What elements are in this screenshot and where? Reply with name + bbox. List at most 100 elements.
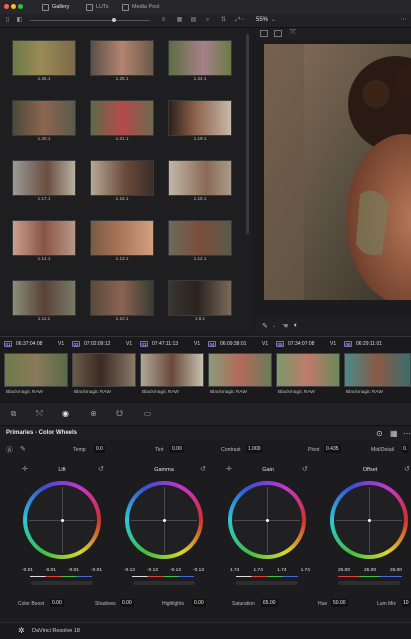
split-screen-icon[interactable] — [274, 30, 282, 37]
gallery-still[interactable]: 1.16.1 — [90, 160, 154, 201]
wand-icon[interactable]: ⤧ — [290, 29, 296, 37]
gain-master-wheel[interactable] — [236, 581, 298, 585]
grid-view-icon[interactable]: ▦ — [176, 17, 183, 23]
lift-r-value[interactable]: -0.01 — [45, 568, 56, 573]
close-window-button[interactable] — [4, 4, 9, 9]
clip-thumbnail[interactable] — [208, 353, 272, 387]
gallery-still[interactable]: 1.25.1 — [90, 40, 154, 81]
reset-icon[interactable]: ↺ — [404, 465, 410, 473]
viewer-mode-icon[interactable] — [260, 30, 268, 37]
offset-wheel[interactable] — [330, 481, 408, 559]
contrast-field[interactable]: 1.000 — [246, 445, 263, 453]
reset-icon[interactable]: ↺ — [302, 465, 308, 473]
thumbnail-size-slider[interactable] — [30, 20, 150, 21]
offset-master-wheel[interactable] — [338, 581, 400, 585]
eyedropper-icon[interactable]: ✎ — [20, 445, 26, 453]
more-icon[interactable]: ⋯ — [400, 17, 407, 23]
grid-view-large-icon[interactable]: ▤ — [190, 17, 197, 23]
camera-raw-icon[interactable]: ⧉ — [8, 409, 19, 418]
gallery-still[interactable]: 1.14.1 — [12, 220, 76, 261]
clip-thumbnail[interactable] — [276, 353, 340, 387]
gain-wheel[interactable] — [228, 481, 306, 559]
tint-field[interactable]: 0.00 — [170, 445, 184, 453]
viewer-image[interactable] — [264, 44, 411, 300]
lift-b-value[interactable]: -0.01 — [91, 568, 102, 573]
clip-thumbnail[interactable] — [140, 353, 204, 387]
chevron-down-icon[interactable]: ⌄ — [272, 323, 276, 329]
list-view-icon[interactable]: ≡ — [160, 17, 167, 23]
slider-handle[interactable] — [112, 18, 116, 22]
color-boost-field[interactable]: 0.00 — [50, 599, 64, 607]
reset-icon[interactable]: ↺ — [200, 465, 206, 473]
zoom-level[interactable]: 55% — [256, 16, 268, 25]
gallery-still[interactable]: 1.12.1 — [168, 220, 232, 261]
lummix-label: Lum Mix — [377, 601, 396, 607]
gallery-still[interactable]: 1.19.1 — [168, 100, 232, 141]
highlights-field[interactable]: 0.00 — [192, 599, 206, 607]
layout-icon[interactable]: ▦ — [390, 429, 398, 438]
search-icon[interactable]: ⌕ — [204, 17, 211, 23]
gallery-still[interactable]: 1.13.1 — [90, 220, 154, 261]
maximize-window-button[interactable] — [18, 4, 23, 9]
gain-r-value[interactable]: 1.74 — [254, 568, 263, 573]
gamma-master-wheel[interactable] — [133, 581, 195, 585]
options-icon[interactable]: ⋯ — [238, 17, 245, 23]
middetail-field[interactable]: 0. — [402, 445, 409, 453]
gallery-still[interactable]: 1.17.1 — [12, 160, 76, 201]
gallery-still[interactable]: 1.20.1 — [12, 100, 76, 141]
gamma-y-value[interactable]: -0.13 — [124, 568, 135, 573]
pivot-field[interactable]: 0.435 — [324, 445, 341, 453]
gallery-still[interactable]: 1.10.1 — [90, 280, 154, 321]
temp-field[interactable]: 0.0 — [94, 445, 105, 453]
sidebar-toggle-icon[interactable]: ▯ — [4, 17, 11, 23]
reset-icon[interactable]: ↺ — [98, 465, 104, 473]
saturation-field[interactable]: 65.00 — [261, 599, 278, 607]
gain-y-value[interactable]: 1.74 — [230, 568, 239, 573]
color-match-icon[interactable]: ⤲ — [34, 409, 45, 418]
hue-field[interactable]: 50.00 — [331, 599, 348, 607]
gamma-wheel[interactable] — [125, 481, 203, 559]
lummix-field[interactable]: 10 — [402, 599, 410, 607]
lift-wheel[interactable] — [23, 481, 101, 559]
gallery-still[interactable]: 1.26.1 — [12, 40, 76, 81]
audio-icon[interactable]: 🔈︎ — [294, 322, 298, 330]
gamma-g-value[interactable]: -0.13 — [170, 568, 181, 573]
lift-y-value[interactable]: -0.01 — [22, 568, 33, 573]
gallery-still[interactable]: 1.11.1 — [12, 280, 76, 321]
gallery-still[interactable]: 1.15.1 — [168, 160, 232, 201]
clip-thumbnail[interactable] — [72, 353, 136, 387]
gallery-still[interactable]: 1.24.1 — [168, 40, 232, 81]
auto-balance-icon[interactable]: Ⓐ — [6, 445, 13, 455]
hdr-icon[interactable]: ⊕ — [88, 409, 99, 418]
eyedropper-icon[interactable]: ✎ — [262, 322, 268, 330]
gallery-still[interactable]: 1.21.1 — [90, 100, 154, 141]
motion-effects-icon[interactable]: ▭ — [142, 409, 153, 418]
more-options-icon[interactable]: ⋯ — [403, 429, 411, 438]
gain-b-value[interactable]: 1.74 — [301, 568, 310, 573]
clip-timecode: 06:37:04:08 — [16, 341, 43, 347]
gamma-b-value[interactable]: -0.13 — [193, 568, 204, 573]
sort-icon[interactable]: ⇅ — [220, 17, 227, 23]
offset-g-value[interactable]: 25.00 — [364, 568, 376, 573]
lift-master-wheel[interactable] — [31, 581, 93, 585]
offset-r-value[interactable]: 25.00 — [338, 568, 350, 573]
gain-g-value[interactable]: 1.74 — [277, 568, 286, 573]
target-icon[interactable]: ⊙ — [376, 429, 383, 438]
offset-b-value[interactable]: 25.00 — [390, 568, 402, 573]
tab-gallery[interactable]: Gallery — [52, 2, 69, 12]
gallery-scrollbar[interactable] — [246, 34, 249, 234]
clip-thumbnail[interactable] — [344, 353, 411, 387]
split-icon[interactable]: ◧ — [16, 17, 23, 23]
lift-g-value[interactable]: -0.01 — [68, 568, 79, 573]
clip-thumbnail[interactable] — [4, 353, 68, 387]
tab-luts[interactable]: LUTs — [96, 2, 109, 12]
hand-icon[interactable]: ☚ — [282, 322, 288, 330]
rgb-mixer-icon[interactable]: ☋ — [114, 409, 125, 418]
chevron-down-icon[interactable]: ⌄ — [270, 17, 277, 23]
gamma-r-value[interactable]: -0.13 — [147, 568, 158, 573]
shadows-field[interactable]: 0.00 — [120, 599, 134, 607]
minimize-window-button[interactable] — [11, 4, 16, 9]
tab-media-pool[interactable]: Media Pool — [132, 2, 160, 12]
gallery-still[interactable]: 1.9.1 — [168, 280, 232, 321]
color-wheels-icon[interactable]: ◉ — [60, 409, 71, 418]
